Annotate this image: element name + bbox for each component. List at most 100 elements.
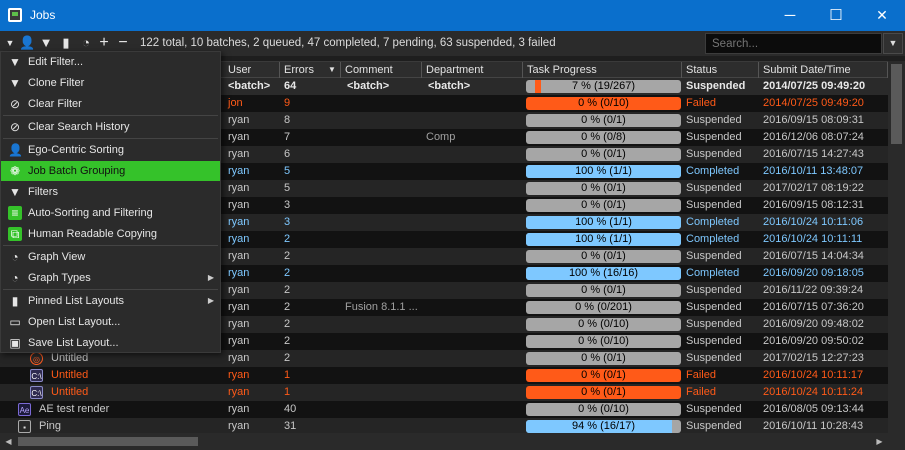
pie-chart-icon[interactable]: ◔ <box>78 35 94 51</box>
job-errors: 2 <box>284 233 291 245</box>
horizontal-scrollbar[interactable]: ◀ ▶ <box>0 433 888 450</box>
job-submit-date: 2016/09/20 09:50:02 <box>763 335 864 347</box>
job-user: jon <box>228 97 243 109</box>
menu-item-open-list-layout[interactable]: ▭ Open List Layout... <box>1 312 220 332</box>
menu-item-clear-filter[interactable]: ⊘ Clear Filter <box>1 94 220 114</box>
clear-search-icon: ⊘ <box>9 120 21 134</box>
submenu-arrow-icon: ▶ <box>207 296 214 305</box>
menu-item-label: Pinned List Layouts <box>28 295 125 307</box>
table-row[interactable]: C:\ Untitled ryan 1 0 % (0/1) Failed 2016/10/2… <box>0 367 888 384</box>
job-status: Suspended <box>686 335 742 347</box>
ping-icon: ▪ <box>18 420 31 433</box>
job-status: Suspended <box>686 250 742 262</box>
pie-chart-icon: ◔ <box>11 250 19 264</box>
job-user: ryan <box>228 114 250 126</box>
search-dropdown-icon[interactable]: ▼ <box>883 33 903 54</box>
menu-item-label: Clear Search History <box>28 121 130 133</box>
job-errors: 5 <box>284 182 291 194</box>
plus-icon[interactable]: + <box>96 35 112 51</box>
job-errors: 2 <box>284 335 291 347</box>
task-progress-bar: 0 % (0/1) <box>526 114 681 127</box>
column-submit-date[interactable]: Submit Date/Time <box>759 62 888 78</box>
menu-item-human-readable-copying[interactable]: ⧉ Human Readable Copying <box>1 224 220 244</box>
table-row[interactable]: C:\ Untitled ryan 1 0 % (0/1) Failed 2016/10/2… <box>0 384 888 401</box>
vertical-scroll-thumb[interactable] <box>891 64 902 144</box>
task-progress-bar: 0 % (0/10) <box>526 318 681 331</box>
progress-text: 0 % (0/1) <box>581 386 626 398</box>
job-submit-date: 2016/10/24 10:11:17 <box>763 369 864 381</box>
pie-chart-icon: ◔ <box>11 271 19 285</box>
job-comment <box>341 180 421 197</box>
table-row[interactable]: Ae AE test render ryan 40 0 % (0/10) Suspende… <box>0 401 888 418</box>
close-button[interactable]: ✕ <box>859 0 905 31</box>
bookmark-icon[interactable]: ▮ <box>58 35 74 51</box>
progress-text: 0 % (0/1) <box>581 284 626 296</box>
menu-item-graph-view[interactable]: ◔ Graph View <box>1 247 220 267</box>
job-department <box>422 231 522 248</box>
column-user[interactable]: User <box>224 62 280 78</box>
nuke-icon: ◎ <box>30 352 43 365</box>
progress-text: 100 % (1/1) <box>575 233 632 245</box>
job-department <box>422 316 522 333</box>
column-status[interactable]: Status <box>682 62 759 78</box>
vertical-scrollbar[interactable] <box>888 61 905 435</box>
progress-fill <box>535 80 541 93</box>
job-errors: 6 <box>284 148 291 160</box>
job-submit-date: 2016/10/24 10:11:24 <box>763 386 864 398</box>
menu-item-auto-sorting-and-filtering[interactable]: ≡ Auto-Sorting and Filtering <box>1 203 220 223</box>
job-submit-date: 2016/12/06 08:07:24 <box>763 131 864 143</box>
minus-icon[interactable]: − <box>115 35 131 51</box>
menu-item-label: Human Readable Copying <box>28 228 158 240</box>
menu-separator <box>3 245 218 246</box>
job-comment <box>341 197 421 214</box>
job-status: Failed <box>686 97 716 109</box>
menu-item-save-list-layout[interactable]: ▣ Save List Layout... <box>1 333 220 353</box>
menu-item-graph-types[interactable]: ◔ Graph Types ▶ <box>1 268 220 288</box>
column-task-progress[interactable]: Task Progress <box>523 62 682 78</box>
column-errors[interactable]: Errors ▼ <box>280 62 341 78</box>
context-menu: ▼ Edit Filter... ▼ Clone Filter ⊘ Clear Filte… <box>0 51 221 353</box>
user-icon: 👤 <box>8 143 23 157</box>
dropdown-icon[interactable]: ▼ <box>3 35 17 51</box>
progress-text: 7 % (19/267) <box>572 80 635 92</box>
search-input[interactable] <box>705 33 882 54</box>
job-department <box>422 95 522 112</box>
job-status: Suspended <box>686 318 742 330</box>
job-status: Suspended <box>686 148 742 160</box>
folder-open-icon: ▭ <box>9 315 21 329</box>
task-progress-bar: 0 % (0/10) <box>526 403 681 416</box>
filter-icon[interactable]: ▼ <box>38 35 54 51</box>
column-department[interactable]: Department <box>422 62 523 78</box>
filter-clear-icon: ⊘ <box>9 97 21 111</box>
job-department <box>422 180 522 197</box>
task-progress-bar: 0 % (0/1) <box>526 148 681 161</box>
scroll-left-icon[interactable]: ◀ <box>0 433 17 450</box>
job-comment <box>341 163 421 180</box>
maximize-button[interactable]: ☐ <box>813 0 859 31</box>
job-submit-date: 2016/07/15 14:27:43 <box>763 148 864 160</box>
sort-arrow-icon: ▼ <box>328 65 336 74</box>
menu-item-edit-filter[interactable]: ▼ Edit Filter... <box>1 52 220 72</box>
ae-icon: Ae <box>18 403 31 416</box>
horizontal-scroll-thumb[interactable] <box>18 437 198 446</box>
job-comment <box>341 112 421 129</box>
scroll-right-icon[interactable]: ▶ <box>871 433 888 450</box>
job-submit-date: 2014/07/25 09:49:20 <box>763 97 864 109</box>
job-comment <box>341 146 421 163</box>
job-errors: 8 <box>284 114 291 126</box>
minimize-button[interactable]: ─ <box>767 0 813 31</box>
menu-item-filters[interactable]: ▼ Filters <box>1 182 220 202</box>
menu-item-clone-filter[interactable]: ▼ Clone Filter <box>1 73 220 93</box>
user-icon[interactable]: 👤 <box>19 35 35 51</box>
job-user: ryan <box>228 165 250 177</box>
column-comment[interactable]: Comment <box>341 62 422 78</box>
menu-item-ego-centric-sorting[interactable]: 👤 Ego-Centric Sorting <box>1 140 220 160</box>
job-comment <box>341 316 421 333</box>
menu-item-clear-search-history[interactable]: ⊘ Clear Search History <box>1 117 220 137</box>
job-status: Suspended <box>686 403 742 415</box>
job-submit-date: 2016/09/15 08:09:31 <box>763 114 864 126</box>
job-user: ryan <box>228 131 250 143</box>
menu-item-pinned-list-layouts[interactable]: ▮ Pinned List Layouts ▶ <box>1 291 220 311</box>
menu-item-job-batch-grouping[interactable]: ❁ Job Batch Grouping <box>1 161 220 181</box>
job-status: Suspended <box>686 182 742 194</box>
